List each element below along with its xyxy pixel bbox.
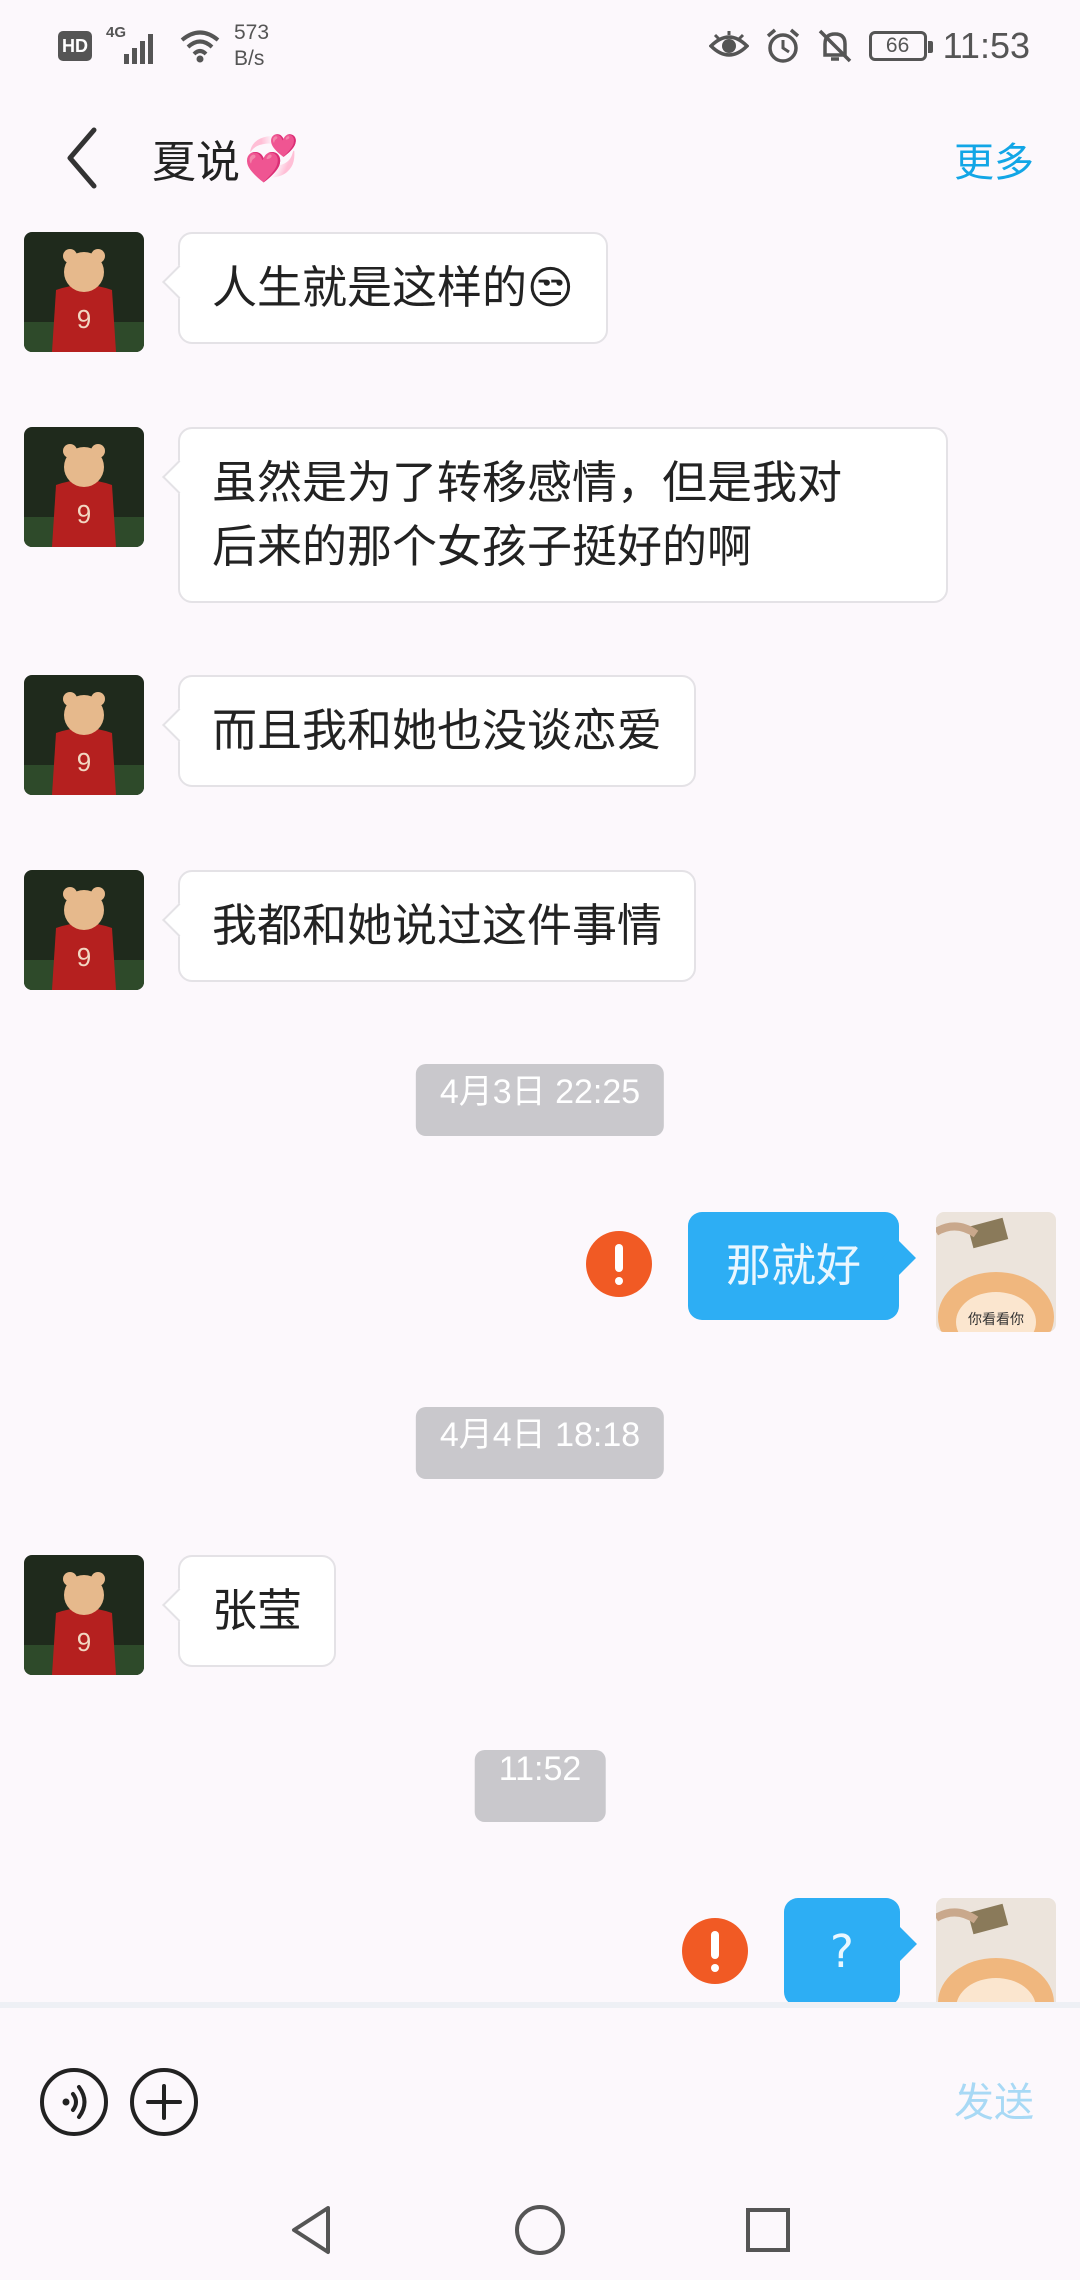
plus-icon [146,2084,182,2120]
svg-text:9: 9 [77,747,91,777]
nav-home-button[interactable] [508,2198,572,2262]
incoming-message[interactable]: 而且我和她也没谈恋爱 [178,675,697,787]
message-line: 虽然是为了转移感情，但是我对 [212,456,843,509]
chevron-left-icon [67,127,97,189]
avatar-caption: 你看看你 [968,1312,1024,1328]
battery-icon: 66 [868,31,933,61]
recents-square-icon [746,2208,790,2252]
message-list[interactable]: 9 人生就是这样的😒 9 虽然是为了转移感情，但是我对 后来的那个女孩子挺好的啊 [0,222,1080,2002]
svg-text:9: 9 [77,304,91,334]
timestamp: 4月3日 22:25 [415,1064,665,1136]
svg-text:9: 9 [77,1627,91,1657]
add-button[interactable] [130,2068,198,2136]
back-button[interactable] [52,120,122,196]
outgoing-message[interactable]: ? [784,1898,900,2002]
home-circle-icon [515,2205,565,2255]
back-triangle-icon [292,2206,330,2254]
contact-avatar[interactable]: 9 [24,1555,144,1675]
contact-avatar[interactable]: 9 [24,870,144,990]
chat-title: 夏说 💞 [152,126,299,190]
mute-icon [818,29,851,63]
incoming-message[interactable]: 虽然是为了转移感情，但是我对 后来的那个女孩子挺好的啊 [178,427,948,603]
send-button[interactable]: 发送 [954,2070,1034,2128]
message-text: 人生就是这样的 [212,261,528,314]
net-speed-value: 573 [234,21,270,44]
net-speed-unit: B/s [234,47,265,70]
hearts-emoji: 💞 [244,133,299,184]
outgoing-message[interactable]: 那就好 [688,1212,900,1320]
my-avatar[interactable] [936,1898,1056,2002]
input-bar: 发送 [0,2002,1080,2182]
contact-avatar[interactable]: 9 [24,427,144,547]
svg-text:9: 9 [77,499,91,529]
voice-icon [62,2085,87,2119]
incoming-message[interactable]: 我都和她说过这件事情 [178,870,697,982]
net-speed: 573 B/s [234,20,269,72]
svg-text:9: 9 [77,942,91,972]
message-line: 后来的那个女孩子挺好的啊 [212,520,753,573]
contact-avatar[interactable]: 9 [24,675,144,795]
chat-header: 夏说 💞 更多 [0,92,1080,222]
incoming-message[interactable]: 张莹 [178,1555,337,1667]
eye-icon [708,31,749,57]
status-bar: HD 4G 573 B/s 66 11:53 [0,0,1080,92]
my-avatar[interactable]: 你看看你 [936,1212,1056,1332]
voice-button[interactable] [40,2068,108,2136]
send-failed-icon[interactable] [682,1918,748,1984]
hd-badge: HD [58,31,92,61]
timestamp: 11:52 [474,1750,606,1822]
alarm-icon [766,28,799,63]
timestamp: 4月4日 18:18 [415,1407,665,1479]
more-button[interactable]: 更多 [954,130,1034,188]
nav-recents-button[interactable] [736,2198,800,2262]
chat-title-text: 夏说 [152,137,240,188]
send-failed-icon[interactable] [586,1231,652,1297]
signal-icon: 4G [106,24,166,66]
unamused-emoji: 😒 [527,261,574,314]
status-time: 11:53 [942,25,1030,66]
navigation-bar [0,2182,1080,2280]
contact-avatar[interactable]: 9 [24,232,144,352]
nav-back-button[interactable] [280,2198,344,2262]
wifi-icon [180,30,220,63]
incoming-message[interactable]: 人生就是这样的😒 [178,232,608,344]
